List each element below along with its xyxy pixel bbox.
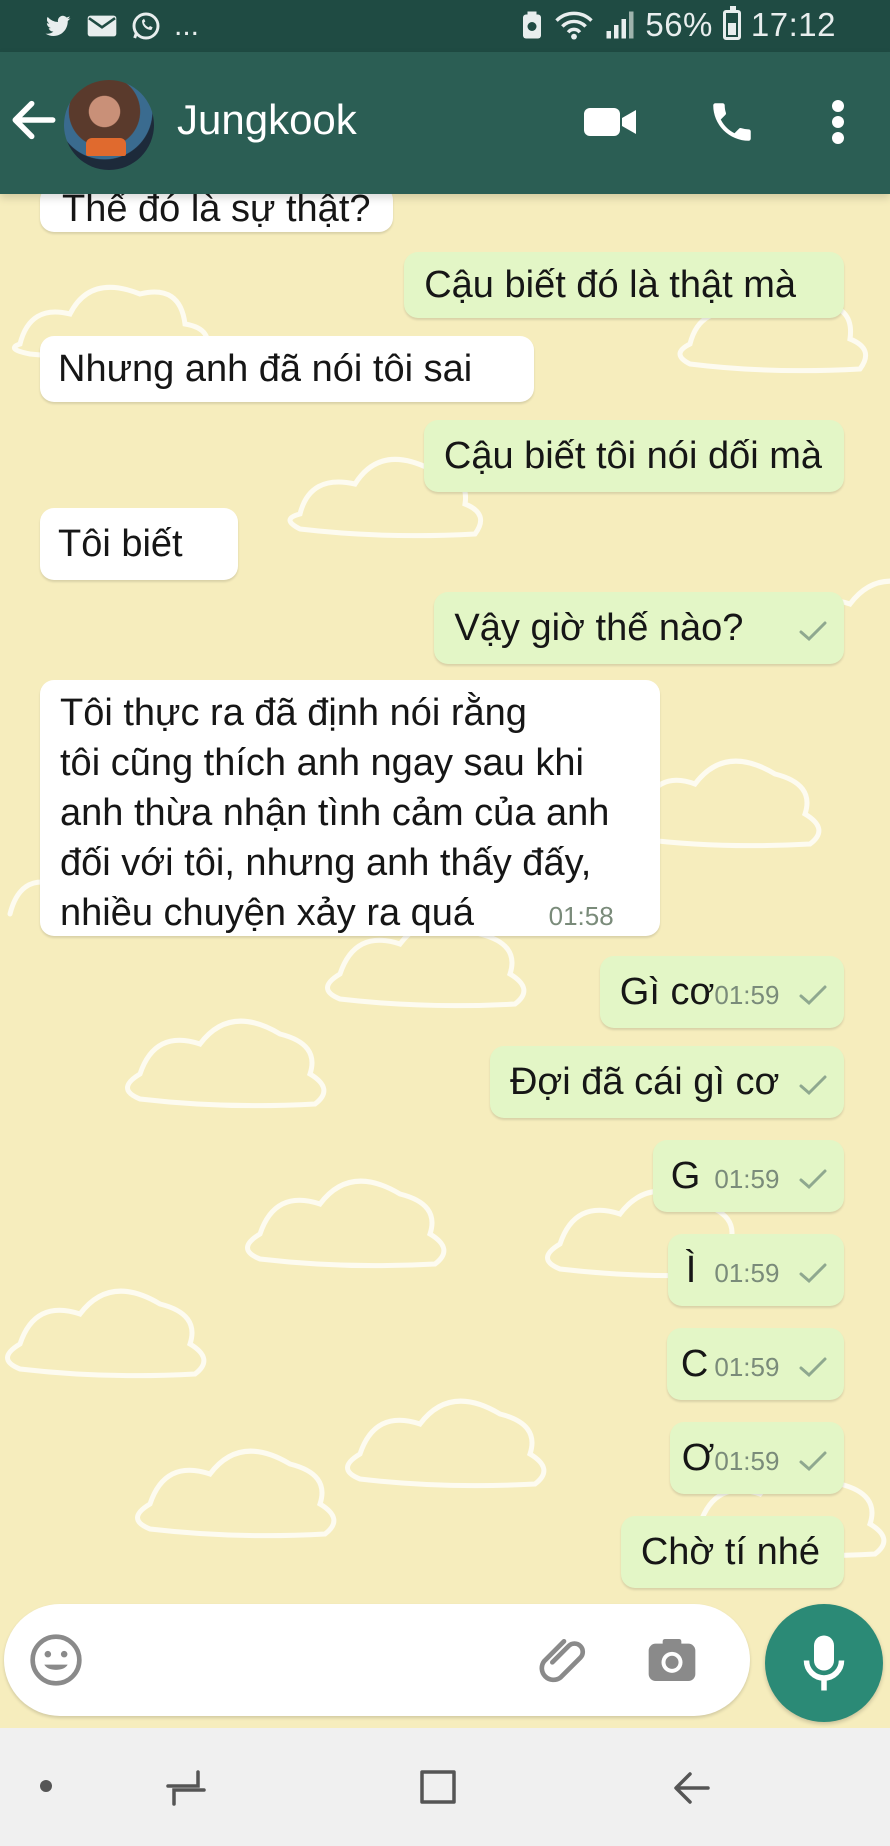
back-arrow-icon[interactable] bbox=[6, 92, 62, 148]
message-time: 01:58 bbox=[548, 901, 614, 931]
camera-icon[interactable] bbox=[644, 1632, 700, 1688]
message-text: Cậu biết tôi nói dối mà bbox=[443, 435, 822, 477]
message-text: Thế đó là sự thật? bbox=[62, 194, 371, 230]
system-nav-bar bbox=[0, 1728, 890, 1846]
more-notifications: ... bbox=[174, 9, 200, 42]
message-outgoing[interactable]: Vậy giờ thế nào? bbox=[434, 592, 844, 664]
message-text: G bbox=[670, 1155, 701, 1197]
message-text: Ì bbox=[685, 1249, 697, 1291]
chat-area[interactable]: Thế đó là sự thật? Cậu biết đó là thật m… bbox=[0, 194, 890, 1604]
message-incoming[interactable]: Tôi thực ra đã định nói rằng tôi cũng th… bbox=[40, 680, 660, 936]
wifi-icon bbox=[555, 11, 594, 40]
message-outgoing[interactable]: Chờ tí nhé bbox=[620, 1516, 844, 1588]
message-outgoing[interactable]: Ì 01:59 bbox=[667, 1234, 844, 1306]
message-text: Gì cơ bbox=[619, 971, 715, 1013]
message-time: 01:59 bbox=[714, 1352, 780, 1382]
message-time: 01:59 bbox=[714, 1164, 780, 1194]
data-saver-icon bbox=[523, 11, 542, 39]
message-outgoing[interactable]: Đợi đã cái gì cơ bbox=[489, 1046, 844, 1118]
more-options-icon[interactable] bbox=[806, 90, 870, 154]
message-outgoing[interactable]: G 01:59 bbox=[652, 1140, 844, 1212]
chat-header: Jungkook bbox=[0, 52, 890, 194]
message-text: Ơ bbox=[681, 1437, 715, 1479]
home-icon[interactable] bbox=[416, 1764, 460, 1808]
message-text: Tôi biết bbox=[58, 523, 183, 565]
sent-check-icon bbox=[799, 1451, 827, 1472]
message-incoming[interactable]: Tôi biết bbox=[40, 508, 238, 580]
message-line: nhiều chuyện xảy ra quá 01:58 bbox=[60, 888, 646, 941]
battery-icon bbox=[722, 6, 741, 40]
compose-bar bbox=[0, 1604, 890, 1728]
back-icon[interactable] bbox=[670, 1766, 714, 1810]
microphone-icon bbox=[803, 1635, 845, 1691]
message-incoming[interactable]: Nhưng anh đã nói tôi sai bbox=[40, 336, 534, 402]
emoji-icon[interactable] bbox=[28, 1632, 84, 1688]
message-text: Chờ tí nhé bbox=[640, 1531, 820, 1573]
contact-avatar[interactable] bbox=[64, 80, 154, 170]
message-line: Tôi thực ra đã định nói rằng bbox=[60, 692, 527, 734]
sent-check-icon bbox=[799, 1169, 827, 1190]
signal-icon bbox=[606, 11, 634, 39]
message-outgoing[interactable]: Cậu biết đó là thật mà bbox=[404, 252, 844, 318]
message-input[interactable] bbox=[4, 1604, 750, 1716]
sent-check-icon bbox=[799, 1263, 827, 1284]
message-time: 01:59 bbox=[714, 1258, 780, 1288]
status-bar: ... 56% 17:12 bbox=[0, 0, 890, 52]
message-outgoing[interactable]: C 01:59 bbox=[666, 1328, 844, 1400]
message-text: Đợi đã cái gì cơ bbox=[509, 1061, 780, 1103]
notification-icons: ... bbox=[42, 8, 199, 44]
attach-icon[interactable] bbox=[536, 1632, 592, 1688]
sent-check-icon bbox=[799, 1357, 827, 1378]
video-call-icon[interactable] bbox=[578, 90, 642, 154]
sent-check-icon bbox=[799, 1075, 827, 1096]
recent-apps-icon[interactable] bbox=[164, 1766, 208, 1810]
phone-call-icon[interactable] bbox=[700, 90, 764, 154]
battery-percent: 56% bbox=[645, 6, 713, 43]
message-incoming[interactable]: Thế đó là sự thật? bbox=[40, 194, 393, 232]
message-text: Vậy giờ thế nào? bbox=[454, 607, 744, 649]
message-time: 01:59 bbox=[714, 980, 780, 1010]
nav-dot-icon bbox=[40, 1780, 52, 1792]
message-time: 01:59 bbox=[714, 1446, 780, 1476]
message-text: Cậu biết đó là thật mà bbox=[424, 264, 796, 306]
clock: 17:12 bbox=[750, 6, 836, 43]
message-line: đối với tôi, nhưng anh thấy đấy, bbox=[60, 842, 592, 884]
twitter-icon bbox=[45, 15, 71, 37]
message-text: C bbox=[680, 1343, 709, 1385]
contact-name[interactable]: Jungkook bbox=[177, 96, 357, 144]
sent-check-icon bbox=[799, 621, 827, 642]
microphone-button[interactable] bbox=[765, 1604, 883, 1722]
message-outgoing[interactable]: Ơ01:59 bbox=[669, 1422, 844, 1494]
message-line: anh thừa nhận tình cảm của anh bbox=[60, 792, 610, 834]
whatsapp-icon bbox=[132, 12, 160, 40]
status-indicators: 56% 17:12 bbox=[521, 6, 836, 44]
message-text: nhiều chuyện xảy ra quá bbox=[60, 892, 475, 934]
message-outgoing[interactable]: Cậu biết tôi nói dối mà bbox=[423, 420, 844, 492]
message-line: tôi cũng thích anh ngay sau khi bbox=[60, 742, 584, 784]
sent-check-icon bbox=[799, 985, 827, 1006]
mail-icon bbox=[87, 15, 117, 37]
message-outgoing[interactable]: Gì cơ01:59 bbox=[599, 956, 844, 1028]
message-text: Nhưng anh đã nói tôi sai bbox=[58, 348, 473, 390]
